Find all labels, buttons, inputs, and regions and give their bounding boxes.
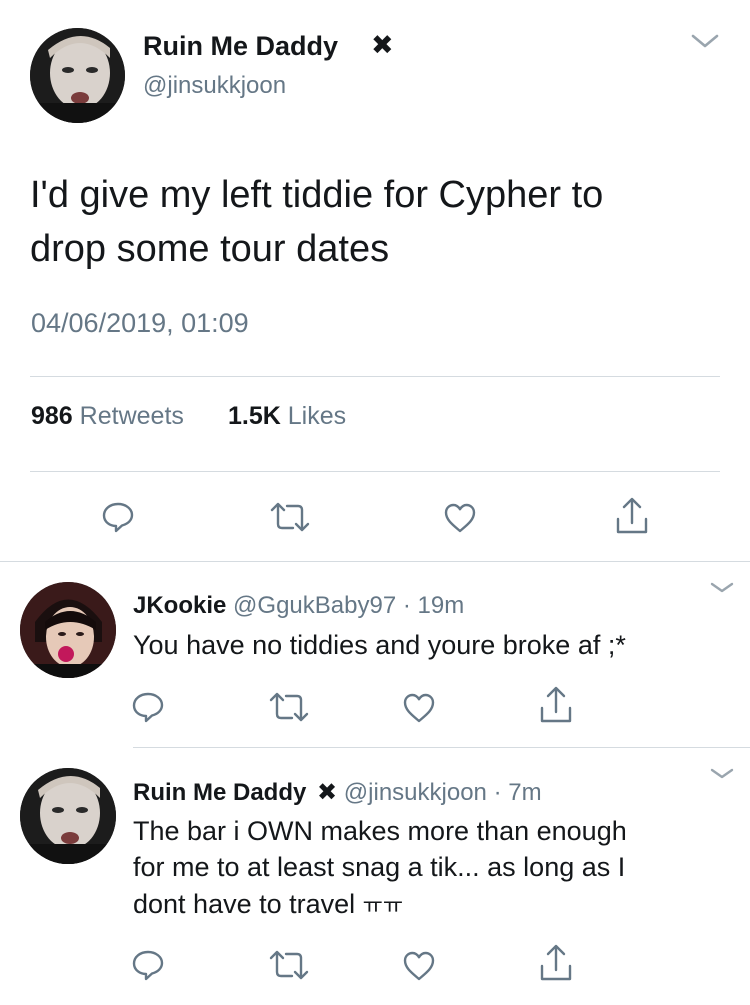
reply-2-handle[interactable]: @jinsukkjoon [344,779,487,806]
retweet-count: 986 [31,402,73,430]
reply-1-display-name[interactable]: JKookie [133,592,226,619]
heart-icon[interactable] [402,950,436,982]
share-icon[interactable] [538,686,574,724]
reply-2-text-line3: dont have to travel ㅠㅠ [133,888,403,920]
main-tweet-text-line2: drop some tour dates [30,228,390,270]
reply-2-text-line2: for me to at least snag a tik... as long… [133,852,626,882]
reply-2-text-line1: The bar i OWN makes more than enough [133,816,627,846]
retweet-label: Retweets [79,402,184,430]
share-icon[interactable] [538,944,574,982]
reply-1-time[interactable]: 19m [418,592,465,619]
chevron-down-icon[interactable] [690,32,720,50]
reply-icon[interactable] [131,948,165,982]
reply-1-avatar[interactable] [20,582,116,678]
main-tweet-text-line1: I'd give my left tiddie for Cypher to [30,174,604,216]
reply-2-header: Ruin Me Daddy ✖ @jinsukkjoon · 7m [133,778,542,807]
thread-divider-1 [0,561,750,562]
like-stats[interactable]: 1.5K Likes [228,402,346,431]
reply-1-handle[interactable]: @GgukBaby97 [233,592,396,619]
chevron-down-icon[interactable] [707,766,737,782]
retweet-icon[interactable] [268,950,310,980]
reply-1-separator: · [402,592,411,619]
reply-1-text-line1: You have no tiddies and youre broke af ;… [133,630,626,660]
reply-icon[interactable] [101,500,135,534]
thread-divider-2 [133,747,750,748]
reply-2-avatar[interactable] [20,768,116,864]
heart-icon[interactable] [402,692,436,724]
like-label: Likes [287,402,347,430]
main-tweet-timestamp[interactable]: 04/06/2019, 01:09 [31,308,249,339]
share-icon[interactable] [614,497,650,535]
main-tweet-avatar[interactable] [30,28,125,123]
reply-2-text-line3-body: dont have to travel [133,889,356,919]
reply-1-header: JKookie @GgukBaby97 · 19m [133,592,464,620]
reply-2-separator: · [493,779,502,806]
main-tweet-handle[interactable]: @jinsukkjoon [143,72,286,100]
main-tweet-display-name[interactable]: Ruin Me Daddy [143,31,338,62]
reply-2-display-name[interactable]: Ruin Me Daddy [133,779,306,806]
stats-divider-bottom [30,471,720,472]
retweet-icon[interactable] [269,502,311,532]
reply-2-name-mark: ✖ [317,779,338,806]
reply-2-emoticon: ㅠㅠ [362,893,404,918]
chevron-down-icon[interactable] [707,580,737,596]
main-tweet-name-mark: ✖ [371,30,394,60]
retweet-stats[interactable]: 986 Retweets [31,402,184,431]
retweet-icon[interactable] [268,692,310,722]
heart-icon[interactable] [443,502,477,534]
like-count: 1.5K [228,402,281,430]
stats-divider-top [30,376,720,377]
reply-2-time[interactable]: 7m [508,779,541,806]
reply-icon[interactable] [131,690,165,724]
